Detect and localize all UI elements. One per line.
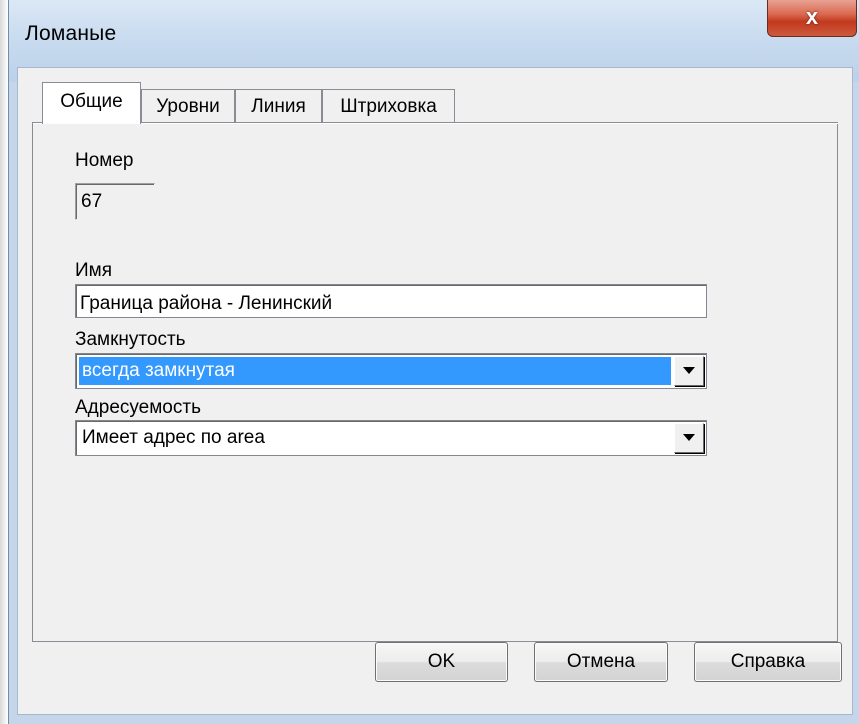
window-title: Ломаные <box>25 22 117 45</box>
address-selected-value: Имеет адрес по area <box>82 427 265 448</box>
closure-select[interactable]: всегда замкнутая <box>75 353 707 389</box>
tab-levels[interactable]: Уровни <box>141 89 235 122</box>
closure-label: Замкнутость <box>75 329 186 350</box>
address-dropdown-button[interactable] <box>674 423 704 453</box>
tab-general-label: Общие <box>60 91 123 112</box>
tab-line[interactable]: Линия <box>235 89 322 122</box>
name-input[interactable] <box>75 284 707 318</box>
chevron-down-icon <box>683 434 695 441</box>
cancel-button-label: Отмена <box>566 651 636 672</box>
cancel-button[interactable]: Отмена <box>534 642 668 682</box>
closure-dropdown-button[interactable] <box>674 356 704 386</box>
number-field: 67 <box>75 183 155 220</box>
address-select[interactable]: Имеет адрес по area <box>75 420 707 456</box>
close-button[interactable]: x <box>767 0 857 37</box>
ok-button-label: OK <box>427 651 456 672</box>
dialog-window: Ломаные x Общие Уровни Линия Штриховка Н… <box>8 0 859 724</box>
tab-line-label: Линия <box>251 96 306 117</box>
name-label: Имя <box>75 260 113 281</box>
tab-general[interactable]: Общие <box>42 82 141 124</box>
ok-button[interactable]: OK <box>375 642 508 682</box>
help-button-label: Справка <box>730 651 806 672</box>
help-button[interactable]: Справка <box>694 642 842 682</box>
address-label: Адресуемость <box>75 397 201 418</box>
dialog-client-area: Общие Уровни Линия Штриховка Номер 67 Им… <box>17 67 853 715</box>
tab-levels-label: Уровни <box>156 96 220 117</box>
tab-hatching[interactable]: Штриховка <box>322 89 455 122</box>
number-label: Номер <box>75 150 134 171</box>
closure-selected-value: всегда замкнутая <box>79 357 671 385</box>
desktop-edge <box>0 0 8 724</box>
number-value: 67 <box>81 191 103 212</box>
tab-panel-general: Номер 67 Имя Замкнутость всегда замкнута… <box>32 122 838 642</box>
close-icon: x <box>805 4 819 29</box>
tab-hatching-label: Штриховка <box>340 96 437 117</box>
chevron-down-icon <box>683 367 695 374</box>
